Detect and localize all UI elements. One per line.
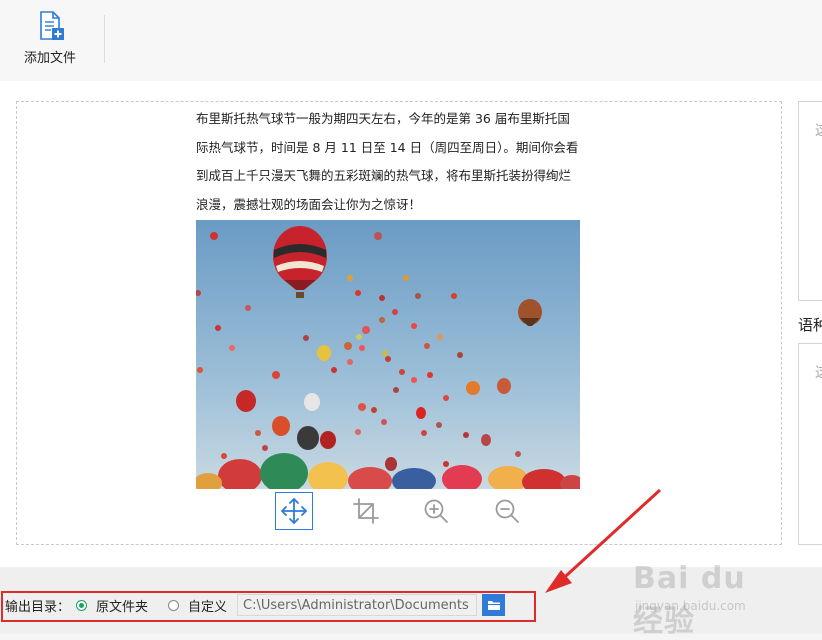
zoom-out-button[interactable]: [488, 492, 526, 530]
toolbar: 添加文件: [0, 0, 822, 80]
text-line: 浪漫，震撼壮观的场面会让你为之惊讶！: [196, 196, 422, 212]
option-original-folder[interactable]: 原文件夹: [76, 596, 148, 615]
document-preview[interactable]: 布里斯托热气球节一般为期四天左右，今年的是第 36 届布里斯托国 际热气球节，时…: [16, 101, 782, 545]
main-area: 布里斯托热气球节一般为期四天左右，今年的是第 36 届布里斯托国 际热气球节，时…: [0, 81, 822, 567]
zoom-out-icon: [495, 499, 519, 523]
document-text: 布里斯托热气球节一般为期四天左右，今年的是第 36 届布里斯托国 际热气球节，时…: [196, 105, 588, 219]
output-directory-row: 输出目录： 原文件夹 自定义: [5, 594, 506, 616]
output-bar: 输出目录： 原文件夹 自定义: [0, 567, 822, 634]
language-label: 语种: [798, 316, 822, 334]
toolbar-divider: [104, 15, 105, 63]
text-line: 到成百上千只漫天飞舞的五彩斑斓的热气球，将布里斯托装扮得绚烂: [196, 168, 572, 183]
source-text-placeholder: 这: [815, 120, 822, 140]
output-path-input[interactable]: [237, 594, 478, 616]
balloon-photo[interactable]: [196, 220, 580, 489]
option-custom[interactable]: 自定义: [168, 596, 227, 615]
folder-icon: [487, 601, 500, 610]
original-folder-radio[interactable]: [76, 599, 88, 611]
move-tool-button[interactable]: [275, 492, 313, 530]
source-text-box[interactable]: 这: [798, 101, 822, 301]
text-line: 际热气球节，时间是 8 月 11 日至 14 日（周四至周日）。期间你会看: [196, 139, 579, 155]
crop-icon: [353, 498, 379, 524]
image-toolbar: [275, 492, 565, 532]
custom-radio[interactable]: [168, 599, 180, 611]
zoom-in-icon: [424, 499, 448, 523]
add-file-button[interactable]: 添加文件: [14, 10, 86, 70]
add-file-label: 添加文件: [23, 51, 76, 66]
original-folder-label: 原文件夹: [96, 599, 149, 615]
browse-folder-button[interactable]: [482, 594, 506, 616]
text-line: 布里斯托热气球节一般为期四天左右，今年的是第 36 届布里斯托国: [196, 111, 570, 126]
result-text-placeholder: 这: [815, 362, 822, 382]
custom-label: 自定义: [188, 599, 228, 615]
add-file-icon: [40, 11, 64, 40]
crop-tool-button[interactable]: [347, 492, 385, 530]
zoom-in-button[interactable]: [417, 492, 455, 530]
move-icon: [281, 498, 307, 524]
output-directory-label: 输出目录：: [5, 599, 71, 615]
result-text-box[interactable]: 这: [798, 343, 822, 545]
